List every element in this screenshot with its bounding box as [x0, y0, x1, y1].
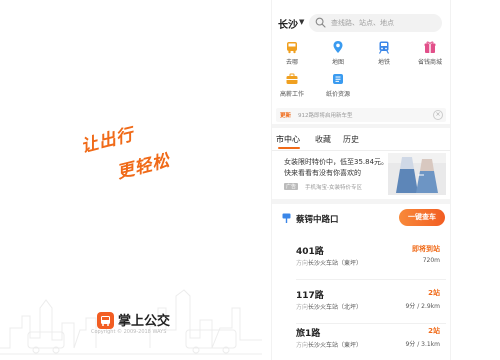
route-row[interactable]: 旅1路 方向 长沙火车站（東坪） 2站 9分 / 3.1km: [272, 322, 450, 360]
copyright-text: Copyright © 2009-2018 WAYS: [91, 329, 167, 335]
section-divider: [272, 199, 450, 204]
stop-name: 蔡锷中路口: [296, 215, 339, 225]
top-bar: 长沙 ▼: [272, 10, 450, 36]
route-distance: 9分 / 2.9km: [405, 303, 440, 310]
ad-product-image: [388, 153, 446, 195]
ad-banner[interactable]: 女装限时特价中，低至35.84元。 快来看看有没有你喜欢的 广告 手机淘宝-女装…: [272, 151, 450, 197]
route-direction-stop: 长沙火车站（東坪）: [308, 260, 363, 267]
notice-bar[interactable]: 更新 912路即将启用新车型 ×: [276, 108, 446, 122]
nav-item-qu-na[interactable]: 去哪: [274, 40, 310, 66]
ad-badge: 广告: [284, 183, 299, 190]
nav-item-resources[interactable]: 纸价资源: [320, 72, 356, 98]
nav-grid-row-1: 去哪 地图 地铁 省钱商城: [272, 40, 450, 70]
route-distance: 720m: [422, 257, 440, 264]
bus-stop-icon: [282, 213, 291, 223]
nav-label: 纸价资源: [325, 91, 350, 98]
tab-bar: 市中心 收藏 历史: [272, 130, 450, 151]
nav-label: 高薪工作: [279, 91, 304, 98]
app-logo: [97, 312, 114, 329]
route-direction-stop: 长沙火车站（東坪）: [308, 342, 363, 349]
tab-city-center[interactable]: 市中心: [276, 134, 300, 145]
route-row[interactable]: 401路 方向 长沙火车站（東坪） 即将到站 720m: [272, 240, 450, 284]
nav-label: 去哪: [285, 59, 298, 66]
nav-label: 省钱商城: [417, 59, 442, 66]
quick-check-bus-button[interactable]: 一键查车: [399, 209, 445, 226]
route-direction-label: 方向: [296, 342, 309, 349]
tab-history[interactable]: 历史: [343, 134, 359, 145]
metro-icon: [378, 41, 390, 54]
app-home-screen: 长沙 ▼ 去哪 地图: [271, 0, 451, 360]
nav-item-jobs[interactable]: 高薪工作: [274, 72, 310, 98]
slogan-line-2: 更轻松: [114, 150, 173, 184]
route-direction-label: 方向: [296, 260, 309, 267]
active-tab-indicator: [278, 147, 300, 149]
map-pin-icon: [333, 41, 343, 53]
route-status: 2站: [428, 327, 440, 335]
route-name: 401路: [296, 247, 324, 257]
route-status: 2站: [428, 289, 440, 297]
section-divider: [272, 124, 450, 128]
splash-screen: 让出行 更轻松 掌上公交 Copyright © 2009-2018 WAYS: [0, 0, 262, 360]
ticket-icon: [333, 74, 343, 84]
bus-logo-icon: [101, 316, 110, 326]
search-input[interactable]: [331, 14, 436, 32]
briefcase-icon: [286, 73, 298, 84]
route-name: 117路: [296, 291, 324, 301]
search-bar[interactable]: [309, 14, 442, 32]
nav-item-metro[interactable]: 地铁: [366, 40, 402, 66]
nav-item-mall[interactable]: 省钱商城: [412, 40, 448, 66]
divider: [296, 279, 446, 280]
notice-tag: 更新: [280, 113, 292, 119]
caret-down-icon[interactable]: ▼: [299, 18, 304, 26]
nav-grid-row-2: 高薪工作 纸价资源: [272, 72, 450, 102]
ad-headline: 女装限时特价中，低至35.84元。: [284, 158, 389, 166]
ad-subline: 快来看看有没有你喜欢的: [284, 169, 361, 177]
route-direction-label: 方向: [296, 304, 309, 311]
route-status: 即将到站: [412, 245, 440, 253]
nearby-stop-header: 蔡锷中路口 一键查车: [272, 206, 450, 230]
route-distance: 9分 / 3.1km: [405, 341, 440, 348]
route-name: 旅1路: [296, 329, 321, 339]
tab-favorites[interactable]: 收藏: [315, 134, 331, 145]
close-icon[interactable]: ×: [433, 110, 443, 120]
gift-icon: [424, 41, 436, 53]
slogan-line-1: 让出行: [78, 124, 137, 158]
nav-item-map[interactable]: 地图: [320, 40, 356, 66]
route-direction-stop: 长沙火车站（北坪）: [308, 304, 363, 311]
city-selector[interactable]: 长沙: [278, 16, 298, 31]
search-icon: [315, 17, 326, 28]
app-name: 掌上公交: [118, 314, 171, 329]
bus-icon: [287, 42, 297, 54]
nav-label: 地铁: [377, 59, 390, 66]
ad-source: 手机淘宝-女装特价专区: [305, 185, 362, 191]
nav-label: 地图: [331, 59, 344, 66]
notice-text: 912路即将启用新车型: [298, 113, 353, 119]
